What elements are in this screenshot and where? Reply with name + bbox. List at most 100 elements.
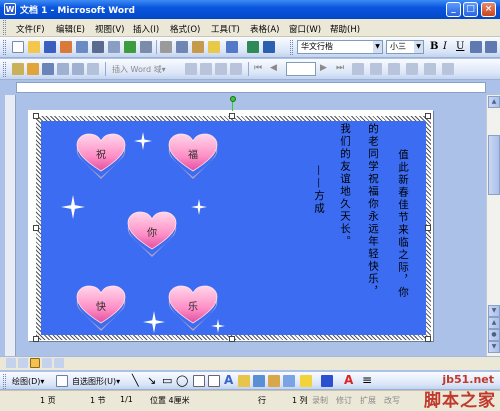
- heart-4[interactable]: 快: [75, 285, 127, 333]
- menu-view[interactable]: 视图(V): [95, 23, 124, 35]
- next-record-icon[interactable]: ▶: [320, 63, 327, 73]
- line-style-icon[interactable]: ≡: [362, 373, 372, 387]
- oval-icon[interactable]: ◯: [176, 374, 188, 387]
- insert-field-icon[interactable]: [87, 63, 99, 75]
- merge-to-printer-icon[interactable]: [406, 63, 418, 75]
- arrow-icon[interactable]: ↘: [147, 374, 156, 387]
- open-icon[interactable]: [28, 41, 40, 53]
- italic-button[interactable]: I: [443, 41, 447, 52]
- resize-handle[interactable]: [229, 113, 235, 119]
- print-icon[interactable]: [92, 41, 104, 53]
- new-icon[interactable]: [12, 41, 24, 53]
- line-icon[interactable]: ╲: [132, 374, 139, 387]
- insert-address-icon[interactable]: [57, 63, 69, 75]
- previous-record-icon[interactable]: ◀: [270, 63, 277, 73]
- menu-help[interactable]: 帮助(H): [330, 23, 360, 35]
- undo-icon[interactable]: [226, 41, 238, 53]
- toolbar-grip[interactable]: [3, 374, 6, 389]
- toolbar-grip-format[interactable]: [290, 40, 293, 55]
- toolbar-grip[interactable]: [3, 62, 6, 77]
- status-track-changes[interactable]: 修订: [336, 395, 352, 406]
- merge-to-fax-icon[interactable]: [442, 63, 454, 75]
- print-layout-view-icon[interactable]: [30, 358, 40, 368]
- cut-icon[interactable]: [160, 41, 172, 53]
- resize-handle[interactable]: [229, 336, 235, 342]
- first-record-icon[interactable]: ⏮: [254, 63, 262, 73]
- outline-view-icon[interactable]: [42, 358, 52, 368]
- close-button[interactable]: ×: [481, 2, 496, 17]
- open-data-source-icon[interactable]: [27, 63, 39, 75]
- resize-handle[interactable]: [425, 225, 431, 231]
- resize-handle[interactable]: [425, 113, 431, 119]
- underline-button[interactable]: U: [456, 41, 464, 52]
- insert-word-field-button[interactable]: 插入 Word 域▾: [112, 64, 166, 75]
- find-entry-icon[interactable]: [352, 63, 364, 75]
- hyperlink-icon[interactable]: [247, 41, 259, 53]
- heart-5[interactable]: 乐: [167, 285, 219, 333]
- view-merged-data-icon[interactable]: [185, 63, 197, 75]
- menu-table[interactable]: 表格(A): [250, 23, 279, 35]
- heart-1[interactable]: 祝: [75, 133, 127, 181]
- main-document-icon[interactable]: [12, 63, 24, 75]
- match-fields-icon[interactable]: [215, 63, 227, 75]
- menu-format[interactable]: 格式(O): [170, 23, 200, 35]
- vertical-ruler[interactable]: [5, 95, 16, 356]
- font-color-icon[interactable]: A: [344, 373, 353, 387]
- toolbar-grip[interactable]: [3, 40, 6, 55]
- email-icon[interactable]: [76, 41, 88, 53]
- insert-picture-icon[interactable]: [268, 375, 280, 387]
- last-record-icon[interactable]: ⏭: [336, 63, 344, 73]
- greeting-card-canvas[interactable]: 祝 福 你 快 乐 值此新春佳节来临之际，你 的老同学祝福你永远年轻快乐， 我们…: [41, 121, 426, 335]
- propagate-labels-icon[interactable]: [230, 63, 242, 75]
- permission-icon[interactable]: [60, 41, 72, 53]
- chevron-down-icon[interactable]: ▼: [373, 41, 382, 53]
- reading-view-icon[interactable]: [54, 358, 64, 368]
- vertical-scrollbar[interactable]: ▲ ▼ ▲ ● ▼: [486, 95, 500, 356]
- bold-button[interactable]: B: [430, 41, 438, 52]
- diagram-icon[interactable]: [238, 375, 250, 387]
- menu-insert[interactable]: 插入(I): [133, 23, 159, 35]
- check-errors-icon[interactable]: [370, 63, 382, 75]
- textbox-icon[interactable]: [193, 375, 205, 387]
- next-page-icon[interactable]: ▼: [488, 341, 500, 353]
- horizontal-ruler[interactable]: [0, 80, 500, 95]
- menu-window[interactable]: 窗口(W): [289, 23, 321, 35]
- scroll-thumb[interactable]: [488, 135, 500, 195]
- select-objects-icon[interactable]: [56, 375, 68, 387]
- rectangle-icon[interactable]: ▭: [162, 374, 172, 387]
- heart-2[interactable]: 福: [167, 133, 219, 181]
- copy-icon[interactable]: [176, 41, 188, 53]
- save-icon[interactable]: [44, 41, 56, 53]
- status-extend[interactable]: 扩展: [360, 395, 376, 406]
- minimize-button[interactable]: _: [446, 2, 461, 17]
- fill-color-icon[interactable]: [300, 375, 312, 387]
- merge-to-document-icon[interactable]: [388, 63, 400, 75]
- horizontal-scrollbar[interactable]: [0, 356, 500, 370]
- chevron-down-icon[interactable]: ▼: [414, 41, 423, 53]
- word-app-icon[interactable]: W: [4, 3, 16, 15]
- ruler-track[interactable]: [16, 82, 486, 93]
- vertical-textbox-icon[interactable]: [208, 375, 220, 387]
- maximize-button[interactable]: □: [463, 2, 478, 17]
- browse-object-icon[interactable]: ●: [488, 329, 500, 341]
- menu-edit[interactable]: 编辑(E): [56, 23, 85, 35]
- textbox-frame[interactable]: 祝 福 你 快 乐 值此新春佳节来临之际，你 的老同学祝福你永远年轻快乐， 我们…: [36, 116, 431, 340]
- autoshapes-menu-button[interactable]: 自选图形(U)▾: [72, 376, 120, 387]
- paste-icon[interactable]: [192, 41, 204, 53]
- print-preview-icon[interactable]: [108, 41, 120, 53]
- heart-3[interactable]: 你: [126, 211, 178, 259]
- font-select[interactable]: 华文行楷 ▼: [297, 40, 383, 54]
- resize-handle[interactable]: [425, 336, 431, 342]
- insert-greeting-icon[interactable]: [72, 63, 84, 75]
- align-center-icon[interactable]: [485, 41, 497, 53]
- research-icon[interactable]: [140, 41, 152, 53]
- menu-tools[interactable]: 工具(T): [211, 23, 240, 35]
- resize-handle[interactable]: [33, 336, 39, 342]
- align-left-icon[interactable]: [470, 41, 482, 53]
- wordart-icon[interactable]: A: [224, 373, 233, 387]
- normal-view-icon[interactable]: [6, 358, 16, 368]
- spelling-icon[interactable]: [124, 41, 136, 53]
- record-input[interactable]: [286, 62, 316, 76]
- menu-grip[interactable]: [3, 20, 6, 35]
- rotation-handle[interactable]: [230, 96, 236, 102]
